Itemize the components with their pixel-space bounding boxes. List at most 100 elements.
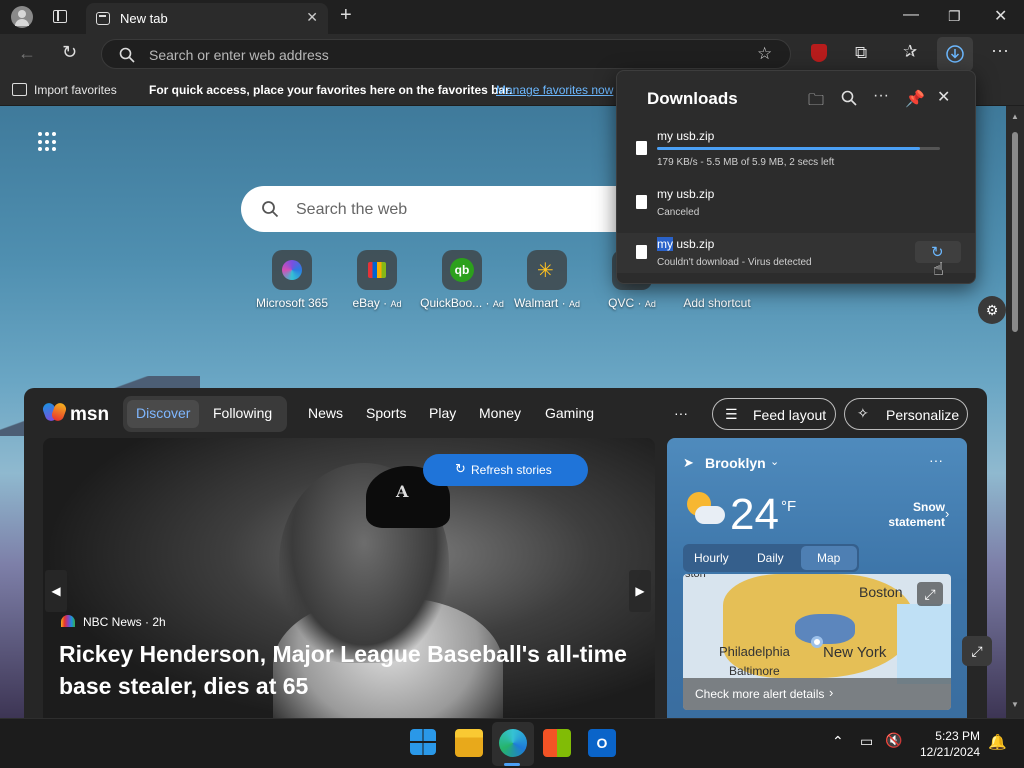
notification-bell-icon[interactable]: 🔔 bbox=[988, 733, 1007, 751]
scroll-up-icon[interactable]: ▲ bbox=[1011, 112, 1019, 121]
weather-more-icon[interactable]: ··· bbox=[929, 452, 943, 468]
tab-news[interactable]: News bbox=[308, 405, 343, 421]
quick-link-ebay[interactable]: eBay · Ad bbox=[332, 250, 422, 310]
quick-link-label: Microsoft 365 bbox=[255, 296, 329, 310]
nbc-news-logo bbox=[61, 615, 75, 627]
expand-icon[interactable]: ⤢ bbox=[962, 636, 992, 666]
location-icon: ➤ bbox=[683, 455, 694, 470]
show-hidden-icons[interactable]: ⌃ bbox=[832, 733, 844, 750]
scroll-down-icon[interactable]: ▼ bbox=[1011, 700, 1019, 709]
weather-city[interactable]: Brooklyn bbox=[705, 455, 766, 471]
page-settings-icon[interactable]: ⚙ bbox=[978, 296, 1006, 324]
extensions-icon[interactable]: ⧉ bbox=[855, 43, 867, 63]
story-headline[interactable]: Rickey Henderson, Major League Baseball'… bbox=[59, 638, 639, 702]
alert-details-label: Check more alert details bbox=[695, 687, 825, 701]
search-icon[interactable] bbox=[841, 90, 857, 106]
carousel-prev-button[interactable]: ◀ bbox=[45, 570, 67, 612]
page-scrollbar[interactable]: ▲ ▼ bbox=[1006, 106, 1024, 718]
address-bar[interactable]: Search or enter web address ☆ bbox=[101, 39, 791, 69]
weather-card[interactable]: ➤ Brooklyn ⌄ ··· 24 °F Snow statement › … bbox=[667, 438, 967, 718]
sparkle-icon: ✧ bbox=[857, 405, 869, 421]
tab-discover[interactable]: Discover bbox=[136, 405, 190, 421]
tab-actions-icon[interactable] bbox=[53, 10, 67, 23]
refresh-stories-label: Refresh stories bbox=[471, 463, 552, 477]
file-explorer-icon[interactable] bbox=[455, 729, 483, 757]
quick-link-quickbooks[interactable]: qb QuickBoo... · Ad bbox=[417, 250, 507, 310]
tab-gaming[interactable]: Gaming bbox=[545, 405, 594, 421]
refresh-stories-button[interactable]: ↻ Refresh stories bbox=[423, 454, 588, 486]
scrollbar-thumb[interactable] bbox=[1012, 132, 1018, 332]
location-marker bbox=[811, 636, 823, 648]
quick-link-label: QuickBoo... bbox=[420, 296, 483, 310]
volume-muted-icon[interactable]: 🔇 bbox=[885, 732, 902, 749]
close-window-icon[interactable]: ✕ bbox=[994, 6, 1007, 26]
tab-daily[interactable]: Daily bbox=[757, 551, 784, 565]
close-tab-icon[interactable]: ✕ bbox=[306, 9, 318, 26]
chevron-down-icon[interactable]: ⌄ bbox=[770, 455, 779, 468]
download-file-name[interactable]: my usb.zip bbox=[657, 129, 714, 143]
check-alert-details-link[interactable]: Check more alert details › bbox=[683, 678, 951, 710]
more-options-icon[interactable]: ··· bbox=[873, 87, 889, 105]
quick-link-microsoft-365[interactable]: Microsoft 365 bbox=[247, 250, 337, 310]
web-search-box[interactable]: Search the web bbox=[241, 186, 661, 232]
download-file-name[interactable]: my usb.zip bbox=[657, 187, 714, 201]
address-placeholder: Search or enter web address bbox=[149, 47, 329, 63]
clock[interactable]: 5:23 PM 12/21/2024 bbox=[920, 728, 980, 760]
tab-hourly[interactable]: Hourly bbox=[694, 551, 729, 565]
pin-icon[interactable]: 📌 bbox=[905, 89, 925, 109]
start-button[interactable] bbox=[410, 729, 436, 755]
profile-avatar[interactable] bbox=[11, 6, 33, 28]
downloads-panel: Downloads 🗀 ··· 📌 ✕ my usb.zip 179 KB/s … bbox=[616, 70, 976, 284]
back-icon[interactable]: ← bbox=[18, 43, 36, 64]
quick-link-walmart[interactable]: ✳ Walmart · Ad bbox=[502, 250, 592, 310]
search-icon bbox=[119, 47, 135, 63]
weather-alert[interactable]: Snow statement bbox=[881, 500, 945, 530]
ublock-extension-icon[interactable] bbox=[811, 44, 827, 62]
app-launcher-icon[interactable] bbox=[38, 132, 58, 152]
map-label: New York bbox=[823, 644, 887, 661]
favorites-icon[interactable]: ✰ bbox=[903, 42, 917, 62]
file-icon bbox=[636, 141, 647, 155]
chevron-right-icon[interactable]: › bbox=[945, 506, 949, 521]
downloads-button[interactable] bbox=[937, 37, 973, 71]
msn-brand: msn bbox=[70, 404, 110, 425]
carousel-next-button[interactable]: ▶ bbox=[629, 570, 651, 612]
title-bar: New tab ✕ + — ❐ ✕ bbox=[0, 0, 1024, 34]
tab-money[interactable]: Money bbox=[479, 405, 521, 421]
quickbooks-icon: qb bbox=[442, 250, 482, 290]
open-folder-icon[interactable]: 🗀 bbox=[808, 89, 824, 116]
tab-map[interactable]: Map bbox=[817, 551, 840, 565]
tab-new-tab[interactable]: New tab ✕ bbox=[86, 3, 328, 34]
personalize-label: Personalize bbox=[886, 407, 960, 423]
ad-badge: Ad bbox=[568, 299, 580, 309]
settings-more-icon[interactable]: ··· bbox=[991, 40, 1009, 61]
favorite-star-icon[interactable]: ☆ bbox=[757, 44, 772, 64]
minimize-icon[interactable]: — bbox=[903, 6, 919, 24]
more-tabs-icon[interactable]: ··· bbox=[674, 405, 688, 421]
personalize-button[interactable]: ✧ Personalize bbox=[844, 398, 968, 430]
import-favorites-link[interactable]: Import favorites bbox=[34, 83, 117, 97]
microsoft-store-icon[interactable] bbox=[543, 729, 571, 757]
download-file-name[interactable]: my usb.zip bbox=[657, 237, 714, 251]
favorites-bar-message: For quick access, place your favorites h… bbox=[149, 83, 513, 97]
tab-sports[interactable]: Sports bbox=[366, 405, 406, 421]
tab-following[interactable]: Following bbox=[213, 405, 272, 421]
edge-icon[interactable] bbox=[499, 729, 527, 757]
manage-favorites-link[interactable]: Manage favorites now bbox=[496, 83, 613, 97]
outlook-icon[interactable]: O bbox=[588, 729, 616, 757]
network-icon[interactable]: ▭ bbox=[860, 733, 873, 750]
tab-play[interactable]: Play bbox=[429, 405, 456, 421]
download-status: Canceled bbox=[657, 207, 700, 218]
restore-icon[interactable]: ❐ bbox=[948, 8, 961, 25]
expand-map-icon[interactable]: ⤢ bbox=[917, 582, 943, 606]
map-label: Philadelphia bbox=[719, 644, 790, 659]
new-tab-icon bbox=[96, 12, 110, 25]
quick-link-label: Add shortcut bbox=[683, 296, 751, 310]
new-tab-button[interactable]: + bbox=[340, 4, 352, 27]
msn-feed: msn Discover Following News Sports Play … bbox=[24, 388, 992, 718]
close-icon[interactable]: ✕ bbox=[937, 87, 950, 107]
time: 5:23 PM bbox=[935, 729, 980, 743]
weather-map[interactable]: ston Boston Philadelphia Baltimore New Y… bbox=[683, 574, 951, 710]
refresh-icon[interactable]: ↻ bbox=[62, 42, 77, 63]
feed-layout-button[interactable]: ☰ Feed layout bbox=[712, 398, 836, 430]
